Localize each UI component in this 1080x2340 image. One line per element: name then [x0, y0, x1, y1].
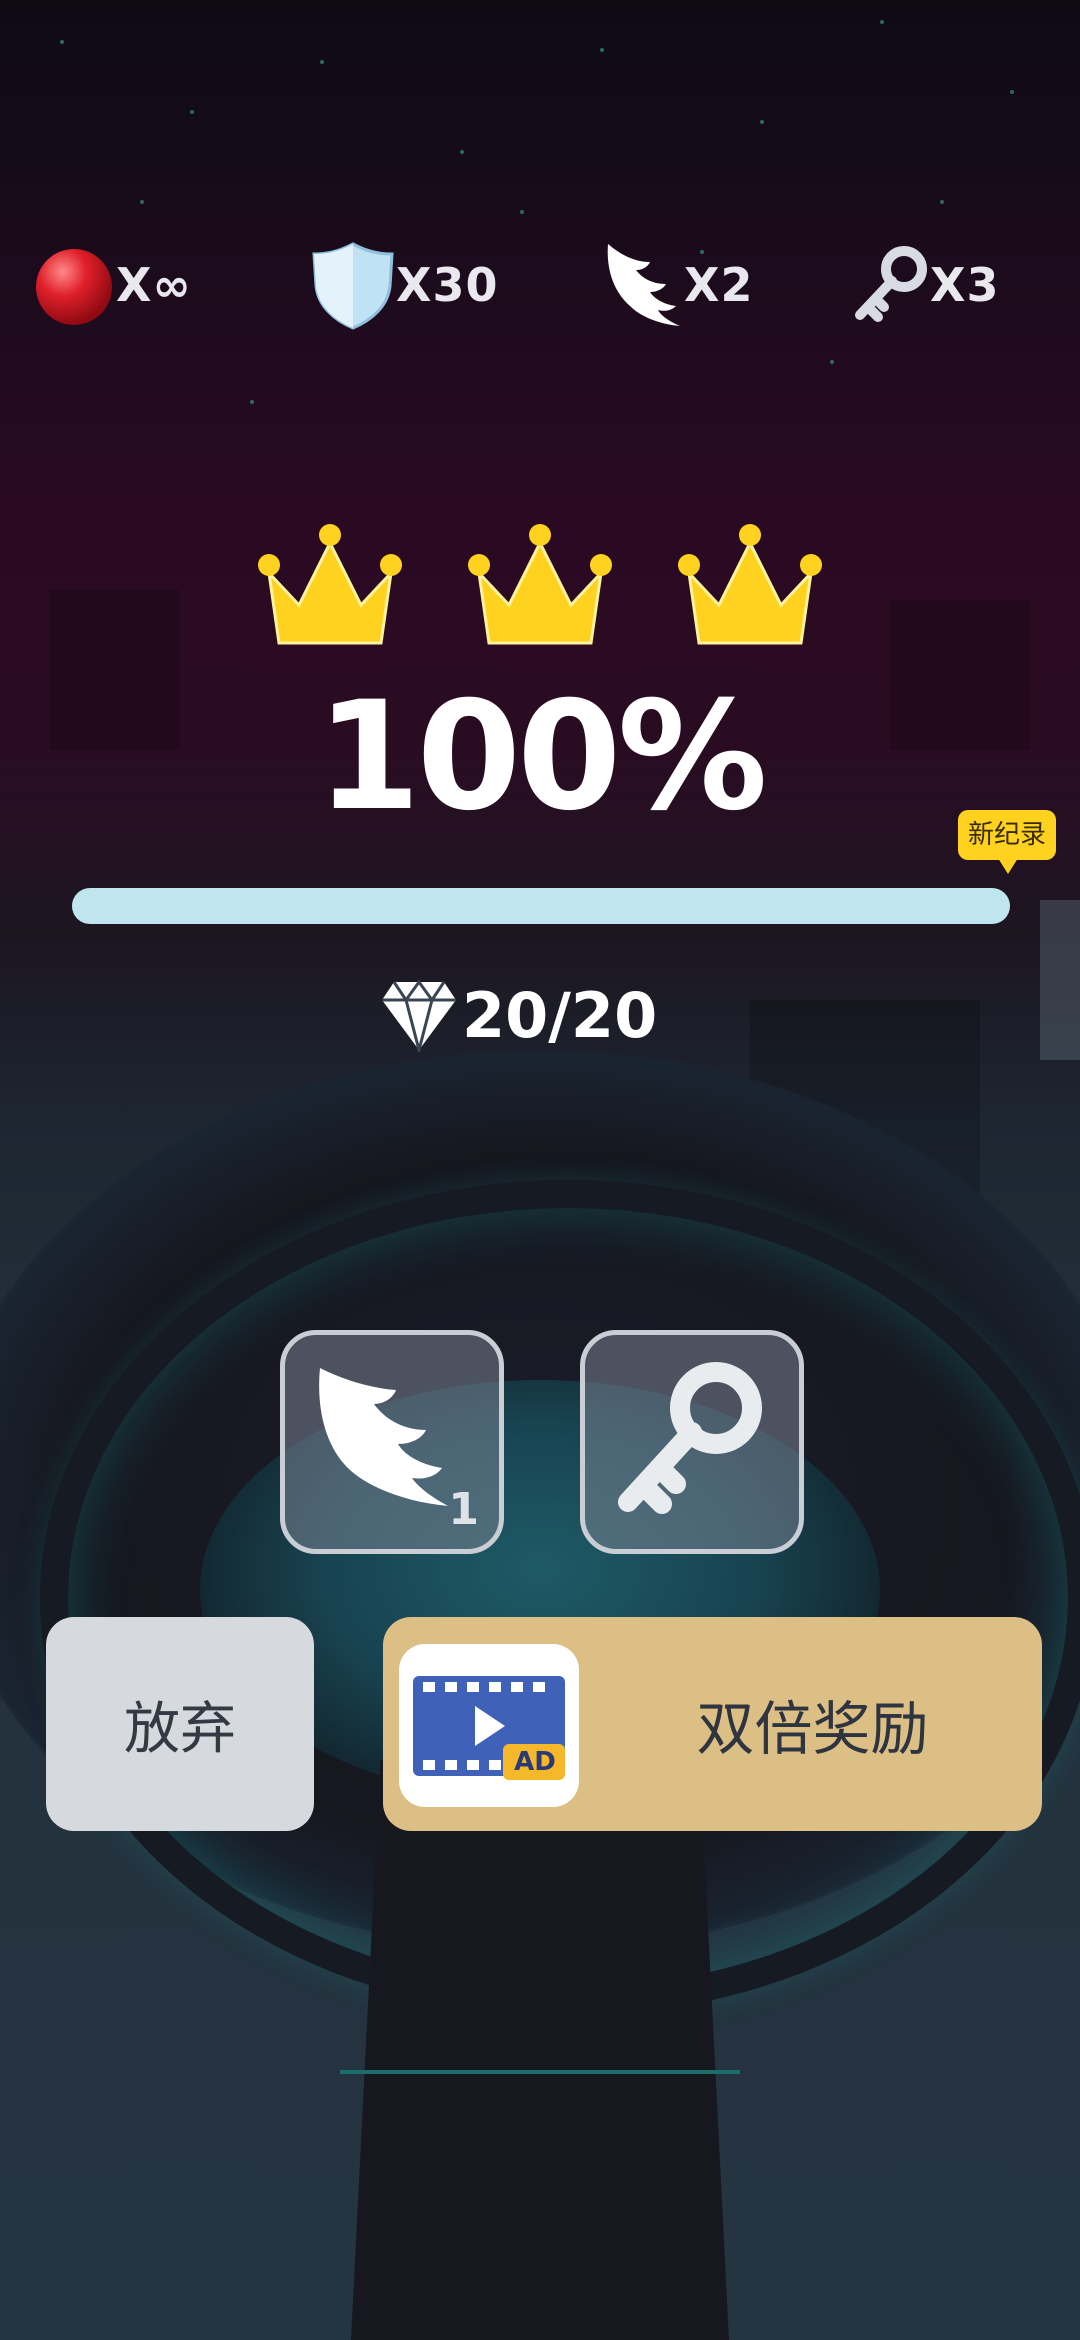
- crown-icon: [258, 524, 402, 645]
- crown-icon: [468, 524, 612, 645]
- progress-bar: [72, 888, 1010, 924]
- gem-counter: 20/20: [380, 975, 657, 1055]
- double-reward-button[interactable]: AD 双倍奖励: [383, 1617, 1042, 1831]
- shield-icon: [312, 242, 394, 330]
- wing-icon: [607, 244, 680, 326]
- give-up-button[interactable]: 放弃: [46, 1617, 314, 1831]
- key-count: X3: [930, 258, 1000, 312]
- wing-item-count: 1: [448, 1484, 479, 1535]
- key-icon: [618, 1362, 762, 1514]
- completion-percent: 100%: [316, 670, 767, 844]
- red-ball-icon: [36, 249, 112, 325]
- track-edge: [340, 2070, 740, 2074]
- shield-counter: X30: [310, 240, 498, 330]
- ad-label: AD: [514, 1747, 556, 1777]
- wing-counter: X2: [600, 240, 753, 330]
- balls-counter: X∞: [32, 240, 192, 330]
- new-record-badge: 新纪录: [958, 810, 1056, 874]
- balls-count: X∞: [116, 258, 192, 312]
- background-pillar: [1040, 900, 1080, 1060]
- double-reward-label: 双倍奖励: [696, 1695, 929, 1763]
- progress-fill: [72, 888, 1010, 924]
- gem-count: 20/20: [462, 978, 658, 1052]
- video-ad-icon: AD: [399, 1644, 579, 1807]
- key-counter: X3: [850, 240, 999, 330]
- key-icon: [855, 246, 927, 322]
- game-result-screen: X∞ X30 X2 X3 100% 新纪录 20/20 1 放弃 AD 双倍奖励: [0, 0, 1080, 2340]
- diamond-icon: [382, 979, 456, 1052]
- crown-icon: [678, 524, 822, 645]
- wing-count: X2: [684, 258, 754, 312]
- wing-item-slot[interactable]: 1: [280, 1330, 504, 1554]
- track: [350, 1760, 730, 2340]
- shield-count: X30: [396, 258, 499, 312]
- key-item-slot[interactable]: [580, 1330, 804, 1554]
- film-icon: [413, 1676, 565, 1780]
